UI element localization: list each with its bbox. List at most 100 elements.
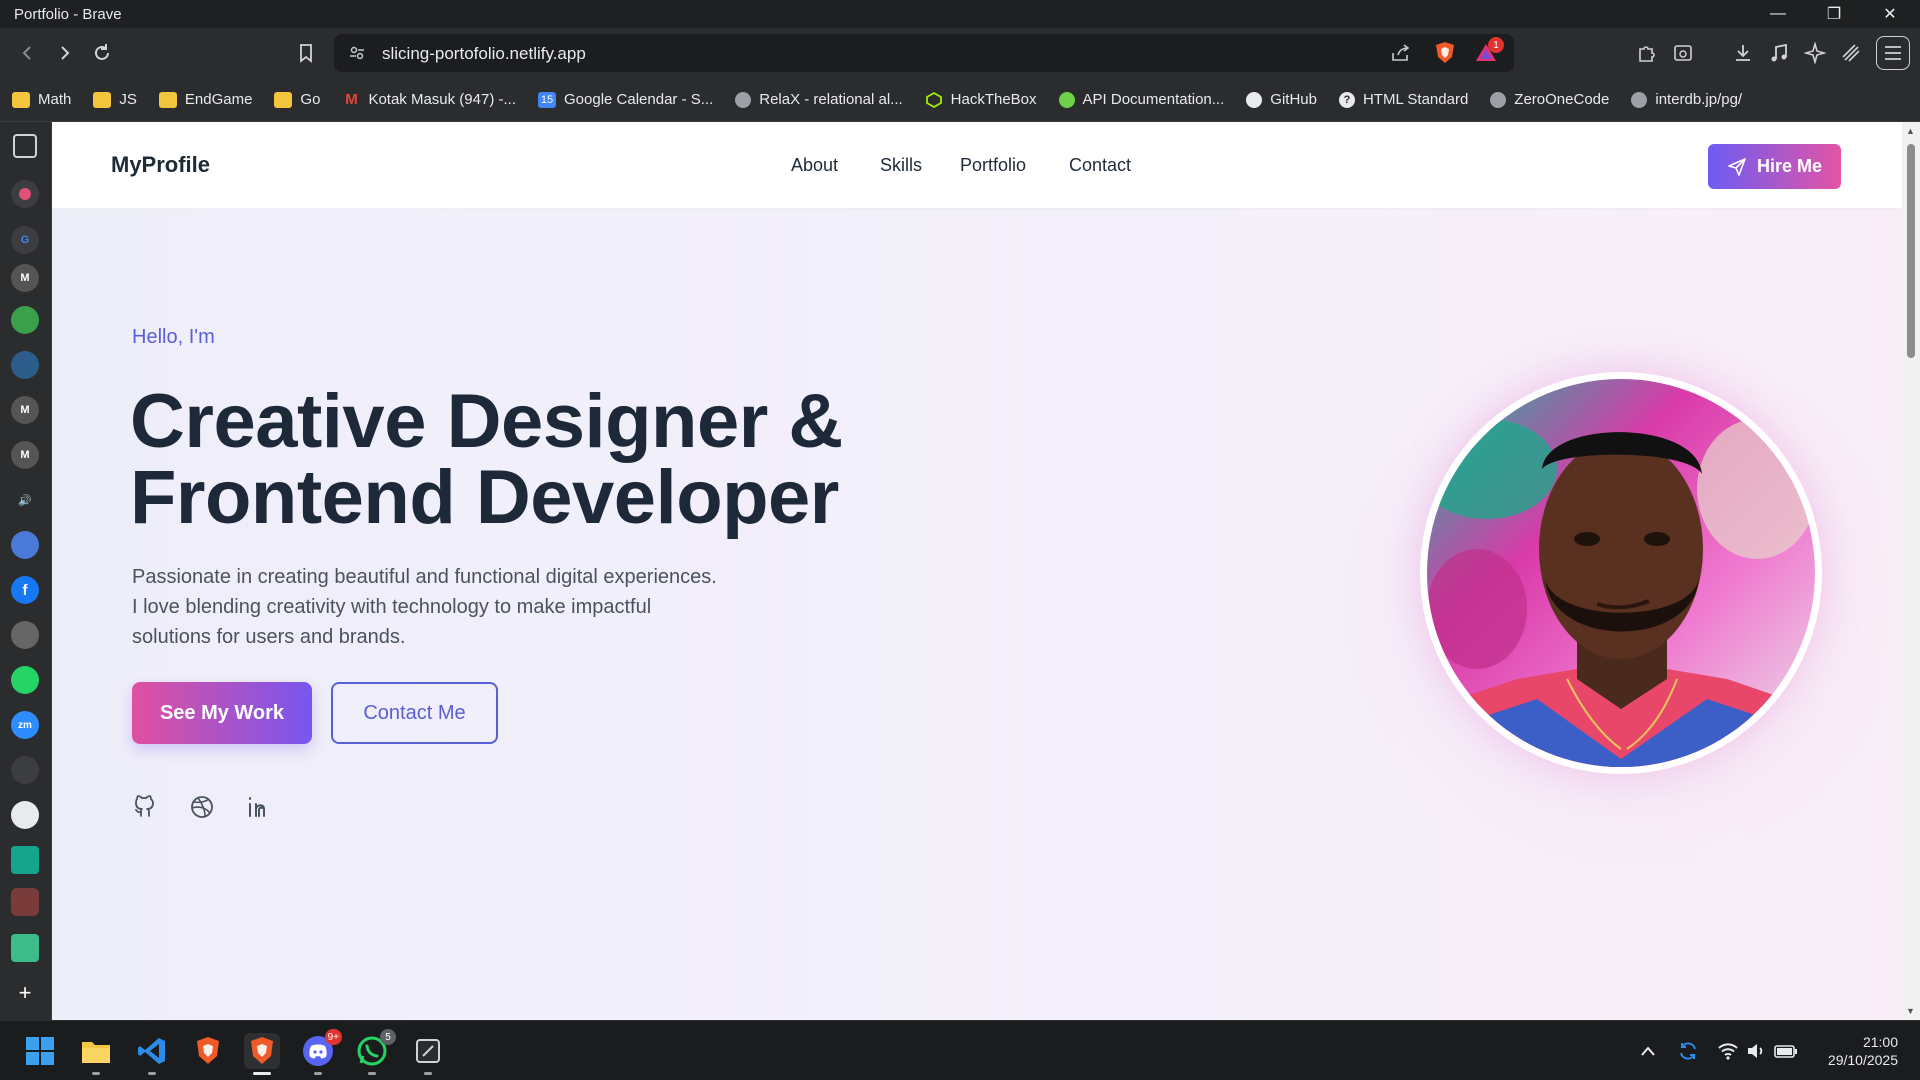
bookmark-interdb[interactable]: interdb.jp/pg/ [1631,91,1742,108]
bookmark-google-calendar[interactable]: 15 Google Calendar - S... [538,91,713,108]
downloads-button[interactable] [1728,37,1758,69]
bookmark-zeroonecode[interactable]: ZeroOneCode [1490,91,1609,108]
add-sidebar-item-icon[interactable]: + [11,979,39,1007]
bookmark-page-button[interactable] [290,37,322,69]
medium-icon[interactable]: M [11,264,39,292]
reader-mode-button[interactable] [1668,37,1698,69]
window-title: Portfolio - Brave [14,6,122,23]
medium-icon[interactable]: M [11,441,39,469]
speaker-icon[interactable]: 🔊 [11,486,39,514]
puzzle-icon [1639,46,1655,62]
vscode-button[interactable] [134,1033,170,1075]
bookmark-github[interactable]: GitHub [1246,91,1317,108]
bookmark-gmail[interactable]: M Kotak Masuk (947) -... [342,91,516,108]
brave-lion-icon [197,1037,219,1064]
site-settings-icon[interactable] [348,44,366,67]
github-icon[interactable] [130,792,160,822]
close-window-button[interactable]: ✕ [1862,0,1918,28]
volume-tray-icon[interactable] [1744,1039,1768,1063]
vscode-icon [138,1038,165,1064]
see-my-work-button[interactable]: See My Work [132,682,312,744]
sidebar-app-active-icon[interactable] [11,888,39,916]
scrollbar-thumb[interactable] [1907,144,1915,358]
google-icon[interactable]: G [11,226,39,254]
sidebar-app-1-icon[interactable] [11,180,39,208]
bookmark-js[interactable]: JS [93,91,137,108]
sidebar-app-gray-icon[interactable] [11,621,39,649]
windows-logo-icon [26,1037,54,1065]
main-menu-button[interactable] [1876,36,1910,70]
forward-button[interactable] [48,37,80,69]
bookmark-hackthebox[interactable]: HackTheBox [925,91,1037,108]
dribbble-icon[interactable] [187,792,217,822]
scroll-up-icon[interactable]: ▲ [1906,126,1915,136]
sidebar-toggle-icon[interactable] [13,134,37,158]
bookmark-icon [300,44,312,63]
music-note-icon [1771,43,1787,62]
leo-ai-button[interactable] [1800,37,1830,69]
battery-tray-icon[interactable] [1774,1039,1798,1063]
sidebar-app-play-icon[interactable] [11,756,39,784]
zoom-icon[interactable]: zm [11,711,39,739]
whatsapp-icon[interactable] [11,666,39,694]
address-bar[interactable]: slicing-portofolio.netlify.app 1 [334,34,1514,72]
site-logo[interactable]: MyProfile [111,152,210,178]
brave-rewards-icon[interactable]: 1 [1474,37,1504,70]
terminal-button[interactable] [410,1033,446,1075]
discord-button[interactable]: 9+ [300,1029,342,1075]
back-arrow-icon [22,46,31,60]
page-scrollbar[interactable]: ▲ ▼ [1902,122,1920,1020]
hero-description: Passionate in creating beautiful and fun… [132,566,717,648]
nav-link-about[interactable]: About [791,155,838,176]
file-explorer-button[interactable] [78,1033,114,1075]
reload-icon [95,44,109,60]
bookmark-relax[interactable]: RelaX - relational al... [735,91,903,108]
share-icon[interactable] [1390,43,1412,68]
globe-icon [1631,91,1648,108]
system-clock[interactable]: 21:00 29/10/2025 [1828,1033,1898,1069]
media-button[interactable] [1764,37,1794,69]
site-navbar: MyProfile About Skills Portfolio Contact… [52,122,1902,209]
show-hidden-icons-button[interactable] [1636,1039,1660,1063]
facebook-icon[interactable]: f [11,576,39,604]
rewards-badge: 1 [1488,37,1504,53]
nav-link-portfolio[interactable]: Portfolio [960,155,1026,176]
sync-tray-icon[interactable] [1676,1039,1700,1063]
brave-shields-icon[interactable] [1434,41,1456,70]
wallet-button[interactable] [1836,37,1866,69]
brave-active-window-button[interactable] [244,1033,280,1075]
hire-me-button[interactable]: Hire Me [1708,144,1841,189]
back-button[interactable] [12,37,44,69]
minimize-button[interactable]: — [1750,0,1806,28]
bookmark-go[interactable]: Go [274,91,320,108]
brave-button[interactable] [190,1033,226,1069]
nav-link-skills[interactable]: Skills [880,155,922,176]
sidebar-app-blue-icon[interactable] [11,351,39,379]
medium-icon[interactable]: M [11,396,39,424]
extensions-button[interactable] [1632,37,1662,69]
hero-headline: Creative Designer & Frontend Developer [130,384,843,536]
bookmark-math[interactable]: Math [12,91,71,108]
reader-icon [1674,45,1692,61]
url-text[interactable]: slicing-portofolio.netlify.app [382,44,586,64]
bookmark-html-standard[interactable]: ? HTML Standard [1338,91,1468,108]
restore-button[interactable]: ❐ [1806,0,1862,28]
scroll-down-icon[interactable]: ▼ [1906,1006,1915,1016]
bookmark-endgame[interactable]: EndGame [158,91,252,108]
clock-time: 21:00 [1862,1034,1898,1050]
hackthebox-icon [925,91,943,108]
sidebar-app-teal-icon[interactable] [11,846,39,874]
reload-button[interactable] [86,37,118,69]
contact-me-button[interactable]: Contact Me [331,682,498,744]
linkedin-icon[interactable] [244,792,274,822]
bookmark-api-docs[interactable]: API Documentation... [1058,91,1224,108]
hire-me-label: Hire Me [1756,156,1823,176]
wifi-tray-icon[interactable] [1716,1039,1740,1063]
google-drive-icon[interactable] [11,531,39,559]
sidebar-app-sheet-icon[interactable] [11,934,39,962]
whatsapp-button[interactable]: 5 [354,1029,396,1075]
start-button[interactable] [22,1033,58,1069]
sidebar-app-green-icon[interactable] [11,306,39,334]
nav-link-contact[interactable]: Contact [1069,155,1131,176]
github-icon[interactable] [11,801,39,829]
